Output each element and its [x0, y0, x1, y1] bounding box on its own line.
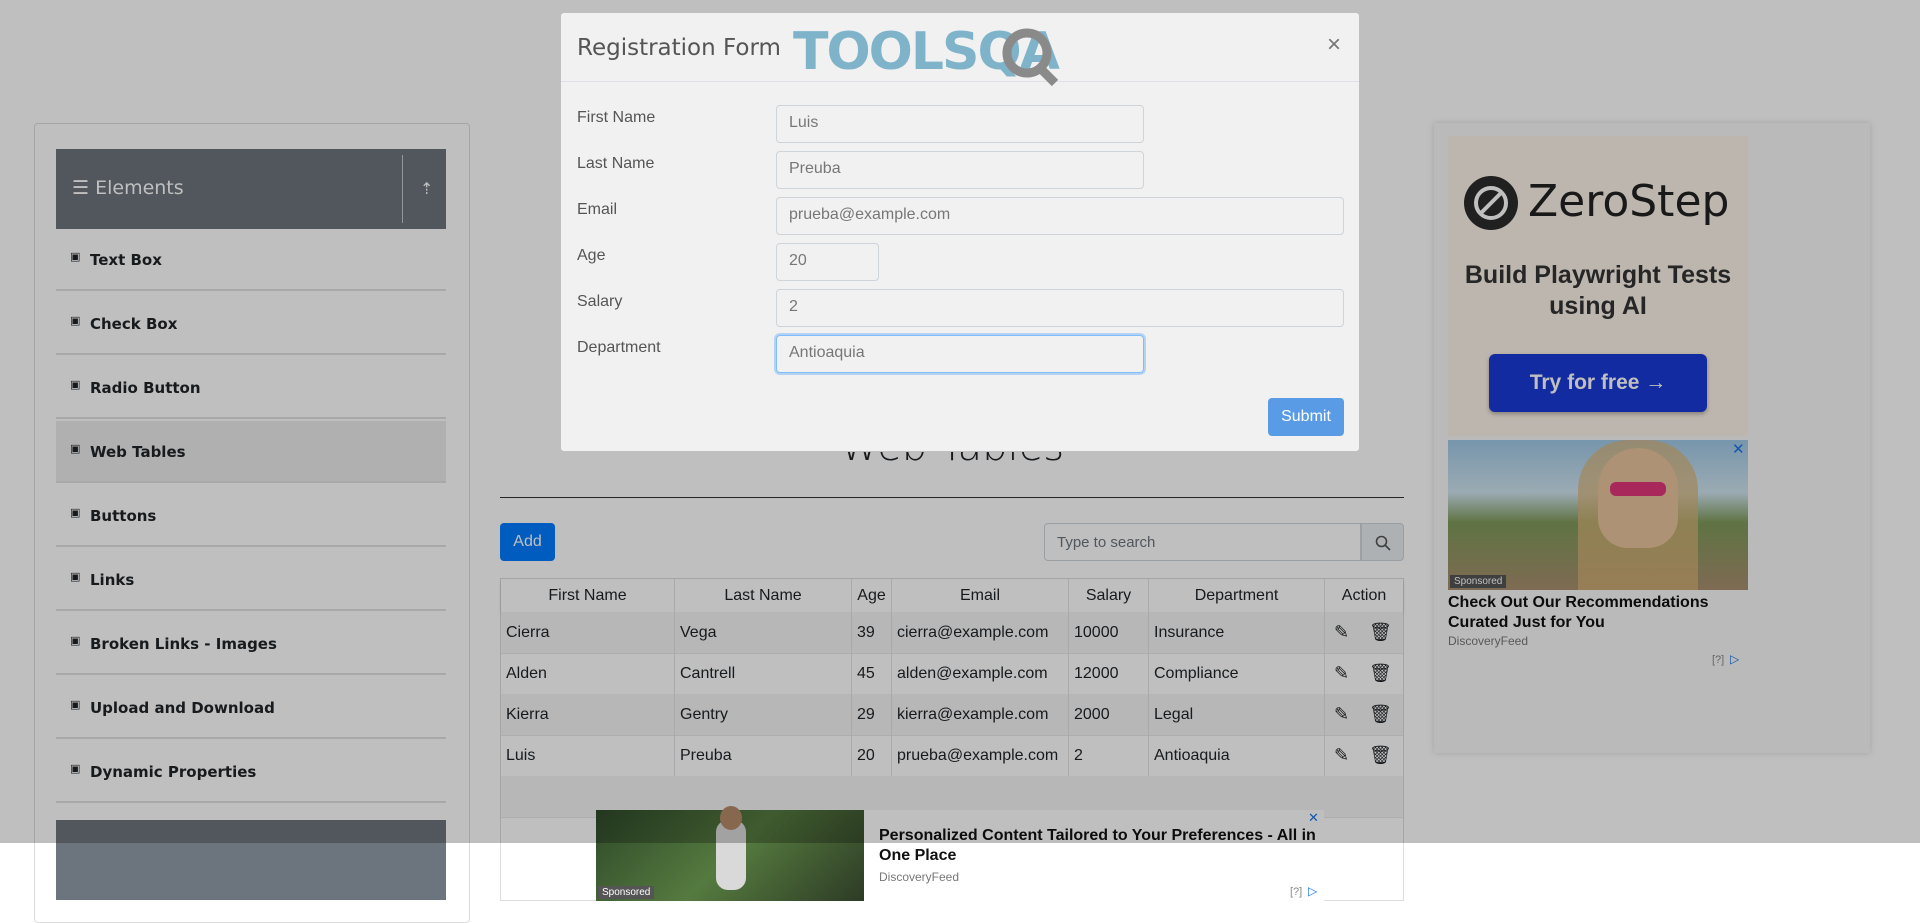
last-name-label: Last Name	[577, 155, 655, 172]
bottom-ad-source: DiscoveryFeed	[879, 870, 960, 884]
email-label: Email	[577, 201, 618, 218]
toolsqa-logo: TOOLSQA	[793, 22, 1062, 87]
age-input[interactable]: 20	[776, 243, 879, 281]
first-name-input[interactable]: Luis	[776, 105, 1144, 143]
registration-form-modal: Registration Form TOOLSQA × First Name L…	[560, 12, 1360, 452]
salary-input[interactable]: 2	[776, 289, 1344, 327]
department-label: Department	[577, 339, 661, 356]
department-input[interactable]: Antioaquia	[776, 335, 1144, 373]
ad-info-icon[interactable]: [?]	[1290, 886, 1302, 898]
modal-title: Registration Form	[577, 35, 781, 61]
modal-header: Registration Form TOOLSQA ×	[561, 13, 1359, 87]
last-name-input[interactable]: Preuba	[776, 151, 1144, 189]
close-icon[interactable]: ×	[1327, 31, 1341, 59]
submit-button[interactable]: Submit	[1268, 398, 1344, 436]
adchoices-icon[interactable]: ▷	[1308, 884, 1317, 898]
email-input[interactable]: prueba@example.com	[776, 197, 1344, 235]
sponsored-badge: Sponsored	[598, 886, 655, 899]
first-name-label: First Name	[577, 109, 656, 126]
salary-label: Salary	[577, 293, 623, 310]
age-label: Age	[577, 247, 606, 264]
